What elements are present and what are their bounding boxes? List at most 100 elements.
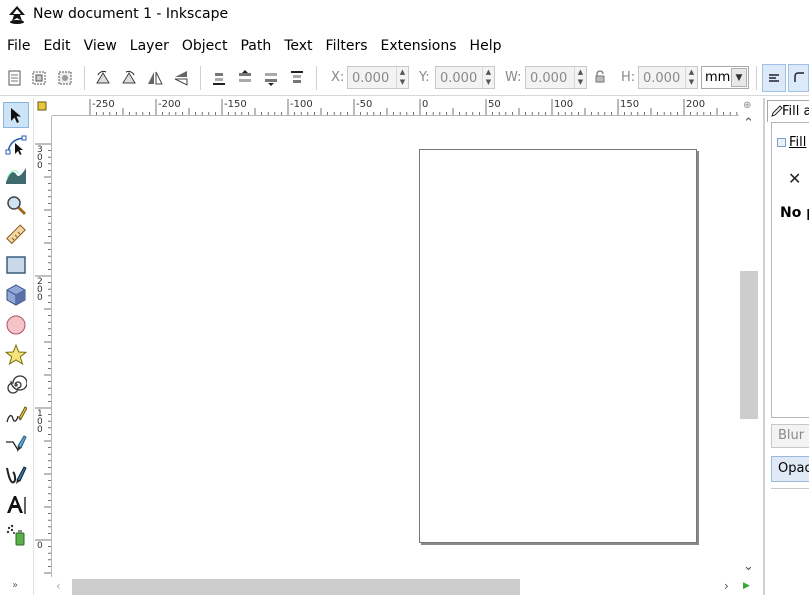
- spray-tool[interactable]: [3, 522, 29, 548]
- lower-icon[interactable]: [262, 69, 280, 87]
- toolbar-separator: [316, 66, 317, 90]
- chevron-down-icon[interactable]: ▼: [731, 68, 747, 87]
- guide-lock-icon[interactable]: [34, 98, 52, 116]
- menu-extensions[interactable]: Extensions: [374, 38, 463, 54]
- calligraphy-tool[interactable]: [3, 462, 29, 488]
- rotate-ccw-icon[interactable]: [94, 69, 112, 87]
- spray-can-icon: [6, 524, 25, 546]
- text-a-icon: [7, 496, 26, 514]
- pencil-tool[interactable]: [3, 402, 29, 428]
- scale-corners-toggle[interactable]: [788, 64, 809, 92]
- scale-stroke-icon: [769, 74, 779, 82]
- paint-state-label: No paint: [780, 205, 809, 221]
- window-title: New document 1 - Inkscape: [33, 6, 229, 22]
- box-3d-tool[interactable]: [3, 282, 29, 308]
- vertical-scrollbar[interactable]: ⌃ ⌄: [739, 116, 759, 577]
- select-all-icon[interactable]: [6, 69, 24, 87]
- hruler-label: 50: [488, 99, 501, 110]
- rotate-cw-icon[interactable]: [120, 69, 138, 87]
- menu-view[interactable]: View: [77, 38, 123, 54]
- vertical-scroll-thumb[interactable]: [740, 271, 758, 419]
- rectangle-tool[interactable]: [3, 252, 29, 278]
- spiral-tool[interactable]: [3, 372, 29, 398]
- hruler-label: 200: [686, 99, 706, 110]
- hruler-label: -250: [92, 99, 115, 110]
- no-paint-icon[interactable]: ✕: [788, 169, 801, 188]
- tool-controls-bar: X: 0.000 ▲ ▼ Y: 0.000 ▲ ▼ W: 0.000 ▲ ▼ H: 0…: [0, 60, 809, 96]
- scroll-down-icon[interactable]: ⌄: [743, 559, 754, 574]
- vertical-ruler[interactable]: 300 200 100 0: [34, 116, 52, 577]
- w-spinbox[interactable]: 0.000 ▲ ▼: [525, 66, 587, 89]
- h-spin-arrows[interactable]: ▲ ▼: [685, 67, 697, 88]
- ellipse-tool[interactable]: [3, 312, 29, 338]
- raise-icon[interactable]: [236, 69, 254, 87]
- menu-help[interactable]: Help: [463, 38, 508, 54]
- opacity-control[interactable]: Opacity (%): [771, 456, 809, 482]
- x-spinbox[interactable]: 0.000 ▲ ▼: [347, 66, 409, 89]
- tweak-wave-icon: [6, 168, 26, 184]
- h-spinbox[interactable]: 0.000 ▲ ▼: [638, 66, 698, 89]
- pen-tool[interactable]: [3, 432, 29, 458]
- calligraphy-pen-icon: [6, 466, 27, 484]
- tweak-tool[interactable]: [3, 162, 29, 188]
- y-spinbox[interactable]: 0.000 ▲ ▼: [435, 66, 495, 89]
- tab-fill[interactable]: Fill: [777, 135, 806, 150]
- tab-fill-and-stroke[interactable]: Fill and Stroke: [767, 100, 809, 122]
- toolbox-expander[interactable]: »: [12, 580, 18, 591]
- selector-tool[interactable]: [3, 102, 29, 128]
- horizontal-scroll-thumb[interactable]: [72, 579, 520, 595]
- node-edit-icon: [5, 135, 27, 155]
- raise-to-top-icon[interactable]: [210, 69, 228, 87]
- menu-file[interactable]: File: [0, 38, 36, 54]
- inkscape-logo-icon: [9, 6, 25, 24]
- y-spin-arrows[interactable]: ▲ ▼: [482, 67, 494, 88]
- resize-grip-icon[interactable]: ▶: [743, 581, 750, 591]
- menu-path[interactable]: Path: [233, 38, 277, 54]
- w-spin-arrows[interactable]: ▲ ▼: [574, 67, 586, 88]
- scroll-up-icon[interactable]: ⌃: [743, 116, 754, 131]
- flip-vertical-icon[interactable]: [172, 69, 190, 87]
- menu-text[interactable]: Text: [277, 38, 318, 54]
- deselect-icon[interactable]: [56, 69, 74, 87]
- hruler-label: 150: [620, 99, 640, 110]
- drawing-canvas[interactable]: [52, 116, 739, 577]
- unit-dropdown[interactable]: mm ▼: [701, 66, 749, 89]
- star-icon: [5, 344, 27, 366]
- x-label: X:: [331, 70, 345, 85]
- horizontal-scrollbar[interactable]: ‹ ›: [52, 577, 739, 595]
- zoom-corner-icon[interactable]: ⊕: [743, 100, 751, 111]
- lock-icon[interactable]: [594, 70, 606, 84]
- zoom-tool[interactable]: [3, 192, 29, 218]
- lower-to-bottom-icon[interactable]: [288, 69, 306, 87]
- scroll-right-icon[interactable]: ›: [724, 579, 729, 593]
- node-tool[interactable]: [3, 132, 29, 158]
- opacity-label: Opacity (%): [778, 461, 809, 476]
- blur-control[interactable]: Blur (%): [771, 424, 809, 448]
- text-tool[interactable]: [3, 492, 29, 518]
- y-value: 0.000: [440, 71, 478, 86]
- magnifier-icon: [7, 196, 27, 216]
- menu-layer[interactable]: Layer: [123, 38, 175, 54]
- horizontal-ruler[interactable]: -250 -200 -150 -100 -50 0 50 100 150 200: [52, 98, 739, 116]
- measure-tool[interactable]: [3, 222, 29, 248]
- h-value: 0.000: [643, 71, 681, 86]
- document-page[interactable]: [419, 149, 697, 543]
- x-spin-arrows[interactable]: ▲ ▼: [396, 67, 408, 88]
- menu-object[interactable]: Object: [175, 38, 234, 54]
- flip-horizontal-icon[interactable]: [146, 69, 164, 87]
- hruler-label: -100: [290, 99, 313, 110]
- menu-filters[interactable]: Filters: [319, 38, 374, 54]
- scale-stroke-toggle[interactable]: [762, 64, 786, 92]
- select-all-layers-icon[interactable]: [30, 69, 48, 87]
- menu-edit[interactable]: Edit: [36, 38, 76, 54]
- scroll-left-icon[interactable]: ‹: [56, 579, 61, 593]
- y-label: Y:: [419, 70, 430, 85]
- star-tool[interactable]: [3, 342, 29, 368]
- menu-bar: File Edit View Layer Object Path Text Fi…: [0, 34, 809, 58]
- title-bar: New document 1 - Inkscape: [0, 0, 809, 31]
- toolbar-separator: [200, 66, 201, 90]
- ruler-measure-icon: [6, 224, 26, 245]
- x-value: 0.000: [352, 71, 390, 86]
- vruler-label: 300: [37, 145, 43, 171]
- cube-3d-icon: [6, 284, 26, 306]
